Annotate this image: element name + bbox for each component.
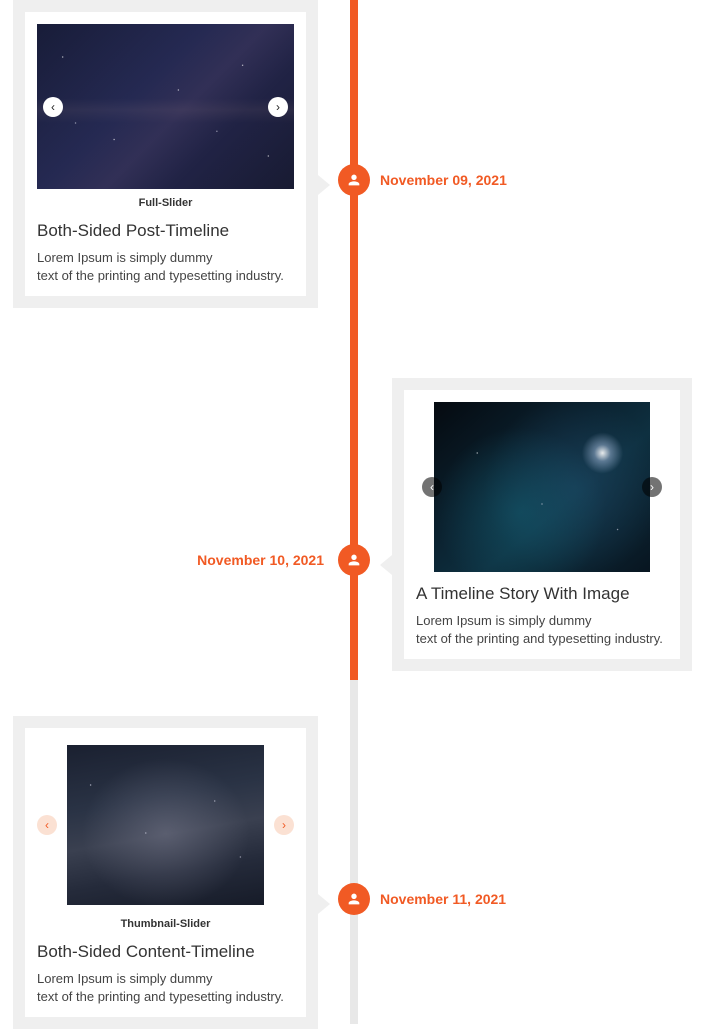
- chevron-right-icon: ›: [650, 480, 654, 494]
- body-line: text of the printing and typesetting ind…: [416, 631, 663, 646]
- slider-image: [37, 24, 294, 189]
- timeline-date: November 09, 2021: [380, 172, 507, 188]
- user-icon: [346, 552, 362, 568]
- timeline-marker[interactable]: [338, 164, 370, 196]
- timeline-card: ‹ › Thumbnail-Slider Both-Sided Content-…: [13, 716, 318, 1029]
- slider-image: [434, 402, 650, 572]
- image-slider-full[interactable]: ‹ ›: [37, 24, 294, 189]
- image-slider[interactable]: ‹ ›: [416, 402, 668, 572]
- slider-caption: Thumbnail-Slider: [37, 918, 294, 930]
- slider-next-button[interactable]: ›: [642, 477, 662, 497]
- card-body: Lorem Ipsum is simply dummy text of the …: [37, 970, 294, 1005]
- body-line: Lorem Ipsum is simply dummy: [416, 613, 592, 628]
- body-line: Lorem Ipsum is simply dummy: [37, 250, 213, 265]
- card-body: Lorem Ipsum is simply dummy text of the …: [416, 612, 668, 647]
- timeline-progress: [350, 0, 358, 680]
- timeline-card: ‹ › A Timeline Story With Image Lorem Ip…: [392, 378, 692, 671]
- timeline-date: November 11, 2021: [380, 891, 506, 907]
- body-line: text of the printing and typesetting ind…: [37, 268, 284, 283]
- chevron-left-icon: ‹: [51, 100, 55, 114]
- slider-next-button[interactable]: ›: [274, 815, 294, 835]
- slider-next-button[interactable]: ›: [268, 97, 288, 117]
- card-pointer: [318, 175, 330, 195]
- card-body: Lorem Ipsum is simply dummy text of the …: [37, 249, 294, 284]
- timeline-marker[interactable]: [338, 883, 370, 915]
- card-pointer: [318, 894, 330, 914]
- timeline-date: November 10, 2021: [197, 552, 324, 568]
- timeline-card: ‹ › Full-Slider Both-Sided Post-Timeline…: [13, 0, 318, 308]
- user-icon: [346, 891, 362, 907]
- slider-image: [67, 745, 264, 905]
- image-slider-thumbnail[interactable]: ‹ ›: [37, 740, 294, 910]
- slider-caption: Full-Slider: [37, 197, 294, 209]
- timeline-marker[interactable]: [338, 544, 370, 576]
- card-pointer: [380, 555, 392, 575]
- slider-prev-button[interactable]: ‹: [422, 477, 442, 497]
- body-line: text of the printing and typesetting ind…: [37, 989, 284, 1004]
- chevron-right-icon: ›: [282, 818, 286, 832]
- chevron-right-icon: ›: [276, 100, 280, 114]
- body-line: Lorem Ipsum is simply dummy: [37, 971, 213, 986]
- card-title[interactable]: Both-Sided Post-Timeline: [37, 221, 294, 241]
- card-title[interactable]: A Timeline Story With Image: [416, 584, 668, 604]
- slider-prev-button[interactable]: ‹: [37, 815, 57, 835]
- user-icon: [346, 172, 362, 188]
- slider-prev-button[interactable]: ‹: [43, 97, 63, 117]
- chevron-left-icon: ‹: [430, 480, 434, 494]
- card-title[interactable]: Both-Sided Content-Timeline: [37, 942, 294, 962]
- chevron-left-icon: ‹: [45, 818, 49, 832]
